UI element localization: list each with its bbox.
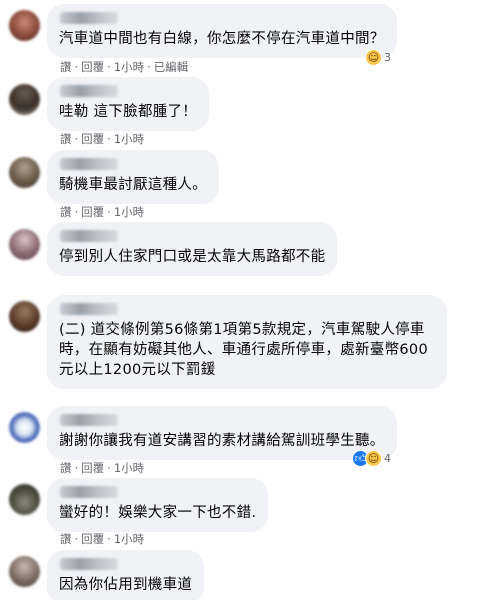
reply-link[interactable]: 回覆 (81, 132, 104, 146)
avatar[interactable] (9, 84, 40, 115)
avatar[interactable] (9, 229, 40, 260)
comment-actions: 讚 · 回覆 · 1小時 (60, 532, 145, 546)
author-name[interactable] (60, 85, 118, 97)
comment-actions: 讚 · 回覆 · 1小時 (60, 205, 145, 219)
author-name[interactable] (60, 12, 118, 24)
haha-icon: ☺ (365, 450, 382, 467)
author-name[interactable] (60, 303, 118, 315)
avatar[interactable] (9, 484, 40, 515)
avatar[interactable] (9, 157, 40, 188)
reply-link[interactable]: 回覆 (81, 532, 104, 546)
like-link[interactable]: 讚 (60, 60, 72, 74)
comment-bubble: (二) 道交條例第56條第1項第5款規定，汽車駕駛人停車時，在顯有妨礙其他人、車… (47, 295, 447, 389)
comment-actions: 讚 · 回覆 · 1小時 (60, 132, 145, 146)
like-link[interactable]: 讚 (60, 132, 72, 146)
reaction-summary[interactable]: ☺ 3 (365, 48, 391, 67)
comment-bubble: 汽車道中間也有白線，你怎麼不停在汽車道中間？ (47, 4, 397, 58)
comment-text: 停到別人住家門口或是太靠大馬路都不能 (59, 249, 326, 265)
comment-text: 因為你佔用到機車道 (59, 577, 193, 593)
reply-link[interactable]: 回覆 (81, 205, 104, 219)
timestamp[interactable]: 1小時 (114, 132, 144, 146)
comment-text: 哇勒 這下臉都腫了！ (59, 104, 198, 120)
comment-text: 蠻好的！娛樂大家一下也不錯. (59, 505, 257, 521)
comment-text: 謝謝你讓我有道安講習的素材講給駕訓班學生聽。 (59, 433, 385, 449)
author-name[interactable] (60, 414, 118, 426)
author-name[interactable] (60, 558, 118, 570)
comment-bubble: 哇勒 這下臉都腫了！ (47, 77, 210, 131)
comment-actions: 讚 · 回覆 · 1小時 (60, 461, 145, 475)
like-link[interactable]: 讚 (60, 205, 72, 219)
reaction-count: 3 (384, 51, 391, 64)
author-name[interactable] (60, 158, 118, 170)
avatar[interactable] (9, 10, 40, 41)
haha-icon: ☺ (365, 49, 382, 66)
timestamp[interactable]: 1小時 (114, 205, 144, 219)
edited-label: 已編輯 (153, 60, 189, 74)
avatar[interactable] (9, 556, 40, 587)
author-name[interactable] (60, 486, 118, 498)
comment-text: 騎機車最討厭這種人。 (59, 177, 207, 193)
comment-bubble: 謝謝你讓我有道安講習的素材講給駕訓班學生聽。 (47, 406, 397, 460)
timestamp[interactable]: 1小時 (114, 461, 144, 475)
comment-bubble: 因為你佔用到機車道 (47, 550, 205, 600)
like-link[interactable]: 讚 (60, 461, 72, 475)
comment-bubble: 停到別人住家門口或是太靠大馬路都不能 (47, 222, 338, 276)
comment-bubble: 騎機車最討厭這種人。 (47, 150, 219, 204)
comment-text: (二) 道交條例第56條第1項第5款規定，汽車駕駛人停車時，在顯有妨礙其他人、車… (59, 322, 428, 378)
author-name[interactable] (60, 230, 118, 242)
comment-actions: 讚 · 回覆 · 1小時 · 已編輯 (60, 60, 189, 74)
like-link[interactable]: 讚 (60, 532, 72, 546)
reaction-summary[interactable]: 👍︎ ☺ 4 (352, 449, 391, 468)
timestamp[interactable]: 1小時 (114, 532, 144, 546)
avatar[interactable] (9, 412, 40, 443)
reply-link[interactable]: 回覆 (81, 461, 104, 475)
reply-link[interactable]: 回覆 (81, 60, 104, 74)
avatar[interactable] (9, 301, 40, 332)
comment-bubble: 蠻好的！娛樂大家一下也不錯. (47, 478, 269, 532)
reaction-count: 4 (384, 452, 391, 465)
timestamp[interactable]: 1小時 (114, 60, 144, 74)
comment-text: 汽車道中間也有白線，你怎麼不停在汽車道中間？ (59, 31, 385, 47)
